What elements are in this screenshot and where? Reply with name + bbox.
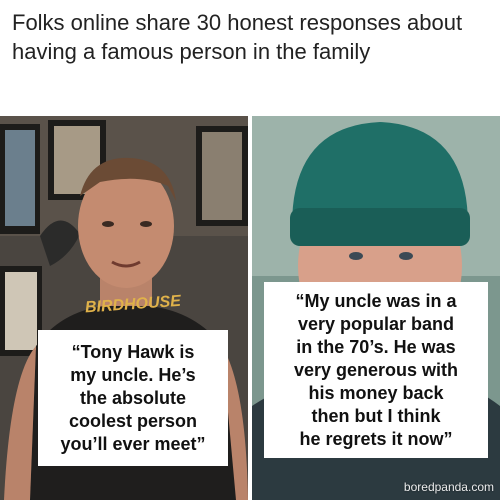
right-photo-panel: “My uncle was in a very popular band in … xyxy=(252,116,500,500)
left-photo-panel: BIRDHOUSE “Tony Hawk is my uncle. He’s t… xyxy=(0,116,248,500)
left-caption: “Tony Hawk is my uncle. He’s the absolut… xyxy=(38,330,228,466)
right-caption: “My uncle was in a very popular band in … xyxy=(264,282,488,458)
headline: Folks online share 30 honest responses a… xyxy=(12,10,463,64)
watermark: boredpanda.com xyxy=(403,480,494,494)
